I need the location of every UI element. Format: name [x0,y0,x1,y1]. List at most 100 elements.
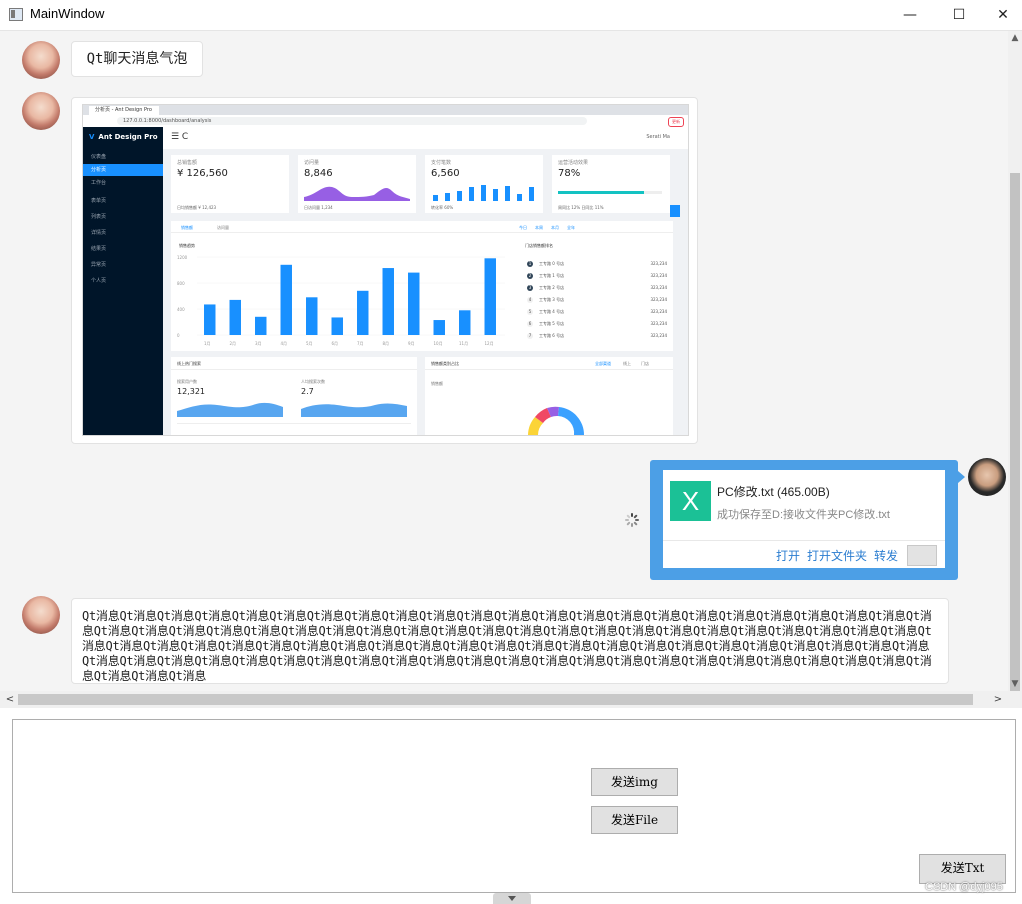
avatar-other [22,596,60,634]
stat-card: 支付笔数 6,560 转化率 60% [425,155,543,213]
file-bubble-tail [958,471,965,483]
sales-bar [255,316,267,335]
sales-bar [280,264,292,335]
ranking-number: 7 [527,333,533,339]
ranking-value: 323,234 [650,333,667,338]
proportion-card: 销售额类别占比 全部渠道 线上 门店 销售额 [425,357,673,435]
ranking-row: 3 工专路 2 号店 323,234 [527,283,667,293]
app-icon [9,8,23,21]
file-type-icon: X [670,481,711,521]
ant-menu-item: 工作台 [91,180,107,186]
ranking-number: 1 [527,261,533,267]
window-title: MainWindow [30,6,105,21]
settings-drawer-handle [670,205,680,217]
ranking-number: 6 [527,321,533,327]
y-tick-label: 0 [177,333,180,338]
file-open-link[interactable]: 打开 [776,547,800,564]
store-ranking-list: 1 工专路 0 号店 323,234 2 工专路 1 号店 323,234 3 工专路 2 号… [527,259,667,347]
chat-horizontal-scrollbar[interactable]: < > [0,691,1008,708]
title-bar: MainWindow — ☐ ✕ [0,0,1022,31]
x-tick-label: 5月 [306,341,313,346]
message-bubble-text: Qt聊天消息气泡 [71,41,203,77]
ranking-store: 工专路 1 号店 [539,273,565,278]
close-button[interactable]: ✕ [980,0,1022,30]
payments-mini-bar-chart [433,185,534,201]
vertical-scroll-thumb[interactable] [1010,173,1020,693]
ant-menu-item: 分析页 [83,164,163,176]
ant-menu-toggle: ☰ C [171,132,189,142]
avatar-other [22,92,60,130]
ant-menu-item: 仪表盘 [91,154,107,160]
sales-bar-chart: 1200 800 400 0 1月 2月 3月 4月 5月 6月 7月 8月 9月 10月 11月 12月 [177,255,505,346]
stat-card: 运营活动效果 78% 周同比 12% 日同比 11% [552,155,670,213]
per-capita-area-chart [301,403,407,417]
chat-vertical-scrollbar[interactable]: ▲ ▼ [1008,31,1022,693]
ranking-number: 3 [527,285,533,291]
ant-menu-item: 表单页 [91,198,107,204]
x-tick-label: 10月 [434,341,443,346]
ranking-store: 工专路 5 号店 [539,321,565,326]
ranking-value: 323,234 [650,309,667,314]
visits-area-chart [304,186,410,201]
scroll-left-icon[interactable]: < [2,691,18,708]
file-card-divider [663,540,945,541]
sales-bar [433,320,445,335]
x-tick-label: 3月 [255,341,262,346]
x-tick-label: 2月 [230,341,237,346]
file-save-status: 成功保存至D:接收文件夹PC修改.txt [717,509,890,521]
ant-menu-item: 异常页 [91,262,107,268]
x-tick-label: 1月 [204,341,211,346]
send-file-button[interactable]: 发送File [591,806,678,834]
scroll-down-icon[interactable]: ▼ [1008,677,1022,691]
ranking-row: 5 工专路 4 号店 323,234 [527,307,667,317]
ranking-row: 1 工专路 0 号店 323,234 [527,259,667,269]
sales-bar [357,290,369,335]
sales-bar [306,297,318,335]
watermark: CSDN @dyj095 [925,881,1003,893]
ant-sider: V Ant Design Pro 仪表盘 分析页 工作台 表单页 列表页 详情页 … [83,127,163,435]
scroll-up-icon[interactable]: ▲ [1008,31,1022,45]
avatar-other [22,41,60,79]
minimize-button[interactable]: — [887,0,933,30]
browser-url: 127.0.0.1:8000/dashboard/analysis [117,117,587,125]
ranking-value: 323,234 [650,297,667,302]
ranking-row: 2 工专路 1 号店 323,234 [527,271,667,281]
ant-menu-item: 结果页 [91,246,107,252]
message-input[interactable] [12,719,1016,893]
file-action-box[interactable] [907,545,937,566]
send-img-button[interactable]: 发送img [591,768,678,796]
ranking-row: 4 工专路 3 号店 323,234 [527,295,667,305]
file-open-folder-link[interactable]: 打开文件夹 [807,547,867,564]
x-tick-label: 8月 [383,341,390,346]
campaign-progress [558,191,644,194]
y-tick-label: 800 [177,281,185,286]
splitter-handle-icon[interactable] [493,893,531,904]
browser-tab-bar: 分析页 - Ant Design Pro [83,105,688,115]
sales-bar [459,310,471,335]
y-tick-label: 1200 [177,255,188,260]
browser-tab: 分析页 - Ant Design Pro [89,106,159,115]
scroll-right-icon[interactable]: > [990,691,1006,708]
y-tick-label: 400 [177,307,185,312]
ant-menu-item: 列表页 [91,214,107,220]
hot-search-card: 线上热门搜索 搜索用户数 12,321 人均搜索次数 2.7 [171,357,417,435]
ranking-value: 323,234 [650,261,667,266]
ranking-value: 323,234 [650,273,667,278]
loading-spinner-icon [625,513,639,527]
ant-menu-item: 详情页 [91,230,107,236]
ranking-store: 工专路 4 号店 [539,309,565,314]
ranking-row: 6 工专路 5 号店 323,234 [527,319,667,329]
file-name: PC修改.txt (465.00B) [717,485,830,499]
horizontal-scroll-thumb[interactable] [18,694,973,705]
send-txt-button[interactable]: 发送Txt [919,854,1006,884]
ranking-row: 7 工专路 6 号店 323,234 [527,331,667,341]
ranking-store: 工专路 0 号店 [539,261,565,266]
search-users-area-chart [177,402,283,417]
sales-bar [484,258,496,335]
file-forward-link[interactable]: 转发 [874,547,898,564]
ranking-store: 工专路 6 号店 [539,333,565,338]
ranking-value: 323,234 [650,285,667,290]
maximize-button[interactable]: ☐ [936,0,982,30]
ant-header: ☰ C Serati Ma [163,127,688,149]
sales-bar [408,272,420,335]
